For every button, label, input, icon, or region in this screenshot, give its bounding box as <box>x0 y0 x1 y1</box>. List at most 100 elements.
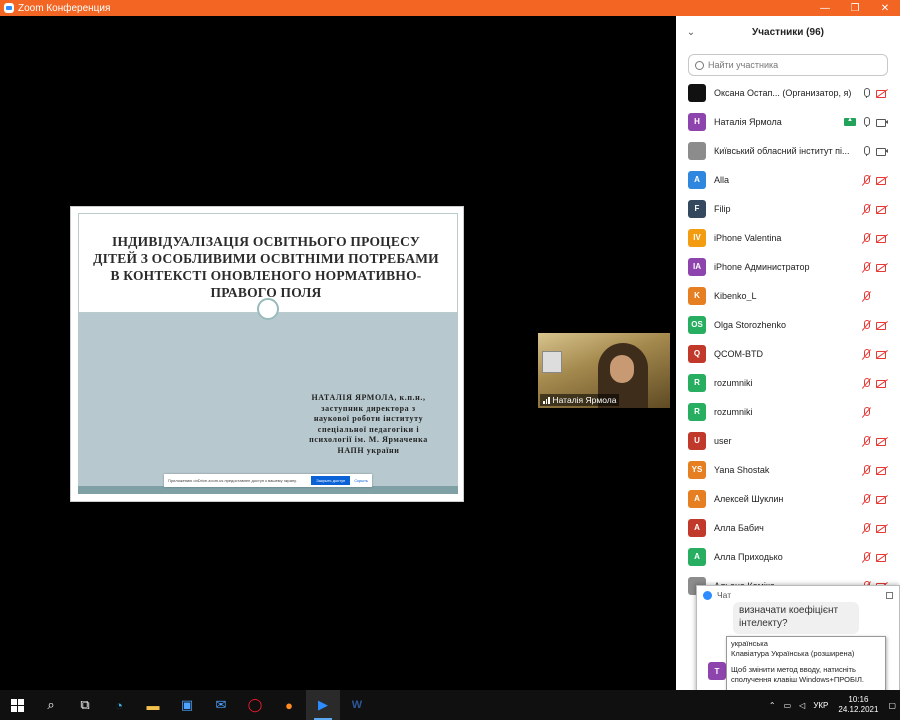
microphone-muted-icon[interactable] <box>860 377 872 388</box>
participant-name: Alla <box>714 174 730 185</box>
participant-name: rozumniki <box>714 406 753 417</box>
chat-maximize-button[interactable] <box>886 591 893 599</box>
camera-off-icon[interactable] <box>876 465 888 475</box>
microphone-muted-icon[interactable] <box>860 319 872 330</box>
microphone-muted-icon[interactable] <box>860 203 872 214</box>
participant-row[interactable]: K Kibenko_L <box>676 281 900 310</box>
microphone-muted-icon[interactable] <box>860 290 872 301</box>
mail-taskbar-button[interactable]: ✉ <box>204 690 238 720</box>
start-button[interactable] <box>0 690 34 720</box>
author-line: психології ім. М. Ярмаченка <box>309 435 428 444</box>
participant-row[interactable]: F Filip <box>676 194 900 223</box>
participant-row[interactable]: Київський обласний інститут пі... <box>676 136 900 165</box>
microphone-muted-icon[interactable] <box>860 406 872 417</box>
participant-status-icons <box>860 174 888 185</box>
participant-avatar: А <box>688 547 706 566</box>
participant-row[interactable]: Оксана Остап... (Организатор, я) <box>676 78 900 107</box>
participant-row[interactable]: А Алексей Шуклин <box>676 484 900 513</box>
microphone-muted-icon[interactable] <box>860 551 872 562</box>
microphone-muted-icon[interactable] <box>860 493 872 504</box>
microphone-muted-icon[interactable] <box>860 435 872 446</box>
minimize-button[interactable]: — <box>810 0 840 16</box>
participant-avatar: R <box>688 402 706 421</box>
microphone-icon[interactable] <box>860 87 872 98</box>
camera-off-icon[interactable] <box>876 378 888 388</box>
participant-name: Наталія Ярмола <box>714 116 782 127</box>
microphone-muted-icon[interactable] <box>860 348 872 359</box>
language-indicator[interactable]: УКР <box>813 701 828 710</box>
participant-row[interactable]: Rrozumniki <box>676 368 900 397</box>
microphone-muted-icon[interactable] <box>860 522 872 533</box>
tooltip-line: українська <box>731 639 768 648</box>
stop-sharing-button[interactable]: Закрыть доступ <box>311 476 351 485</box>
author-line: наукової роботи інституту <box>313 414 424 423</box>
camera-off-icon[interactable] <box>876 204 888 214</box>
clock[interactable]: 10:16 24.12.2021 <box>838 695 878 715</box>
participant-row[interactable]: Н Наталія Ярмола <box>676 107 900 136</box>
camera-icon[interactable] <box>876 117 888 127</box>
camera-off-icon[interactable] <box>876 88 888 98</box>
explorer-taskbar-button[interactable]: ▬ <box>136 690 170 720</box>
microphone-icon[interactable] <box>860 116 872 127</box>
camera-off-icon[interactable] <box>876 233 888 243</box>
participant-row[interactable]: Rrozumniki <box>676 397 900 426</box>
collapse-chevron-icon[interactable]: ⌄ <box>676 27 706 38</box>
firefox-taskbar-button[interactable]: ● <box>272 690 306 720</box>
restore-button[interactable]: ❐ <box>840 0 870 16</box>
camera-off-icon[interactable] <box>876 494 888 504</box>
author-line: спеціальної педагогіки і <box>317 424 420 434</box>
share-notice-bar: Приложению onDrive.zoom.us предоставлен … <box>164 474 372 487</box>
speaker-face <box>610 355 634 383</box>
participant-row[interactable]: OS Olga Storozhenko <box>676 310 900 339</box>
participant-row[interactable]: IA iPhone Администратор <box>676 252 900 281</box>
edge-taskbar-button[interactable]: ◔ <box>102 690 136 720</box>
slide-title: ІНДИВІДУАЛІЗАЦІЯ ОСВІТНЬОГО ПРОЦЕСУ ДІТЕ… <box>93 234 439 300</box>
participant-row[interactable]: А Алла Бабич <box>676 513 900 542</box>
participant-row[interactable]: YS Yana Shostak <box>676 455 900 484</box>
camera-off-icon[interactable] <box>876 262 888 272</box>
task-view-button[interactable]: ⧉ <box>68 690 102 720</box>
notifications-icon[interactable]: ▢ <box>888 701 896 710</box>
no-camera-placeholder <box>876 407 888 417</box>
slide-footer-strip <box>78 486 458 494</box>
speaker-video-tile[interactable]: Наталія Ярмола <box>538 333 670 408</box>
clock-time: 10:16 <box>848 695 869 704</box>
camera-icon[interactable] <box>876 146 888 156</box>
microphone-muted-icon[interactable] <box>860 464 872 475</box>
camera-off-icon[interactable] <box>876 320 888 330</box>
microphone-muted-icon[interactable] <box>860 174 872 185</box>
tooltip-line: Клавіатура Українська (розширена) <box>731 648 855 658</box>
microphone-icon[interactable] <box>860 145 872 156</box>
participant-search-input[interactable]: Найти участника <box>688 54 888 76</box>
video-participant-name: Наталія Ярмола <box>552 395 617 405</box>
search-taskbar-button[interactable]: ⌕ <box>34 690 68 720</box>
store-taskbar-button[interactable]: ▣ <box>170 690 204 720</box>
zoom-taskbar-button[interactable]: ▶ <box>306 690 340 720</box>
close-button[interactable]: ✕ <box>870 0 900 16</box>
hide-notice-link[interactable]: Скрыть <box>354 478 368 483</box>
chat-title: Чат <box>717 590 732 600</box>
opera-taskbar-button[interactable]: ◯ <box>238 690 272 720</box>
search-icon: ⌕ <box>47 697 55 712</box>
participant-row[interactable]: A Alla <box>676 165 900 194</box>
microphone-muted-icon[interactable] <box>860 232 872 243</box>
participant-row[interactable]: Uuser <box>676 426 900 455</box>
volume-icon[interactable]: ◁ <box>799 701 805 710</box>
participant-row[interactable]: IV iPhone Valentina <box>676 223 900 252</box>
participant-row[interactable]: Q QCOM-BTD <box>676 339 900 368</box>
camera-off-icon[interactable] <box>876 523 888 533</box>
camera-off-icon[interactable] <box>876 175 888 185</box>
tray-overflow-icon[interactable]: ⌃ <box>769 701 776 710</box>
tooltip-line: Щоб змінити метод вводу, натисніть <box>731 665 856 674</box>
camera-off-icon[interactable] <box>876 436 888 446</box>
microphone-muted-icon[interactable] <box>860 261 872 272</box>
chat-icon <box>703 590 712 600</box>
participant-name: Алла Приходько <box>714 551 783 562</box>
participant-status-icons <box>860 261 888 272</box>
camera-off-icon[interactable] <box>876 349 888 359</box>
participant-row[interactable]: А Алла Приходько <box>676 542 900 571</box>
network-icon[interactable]: ▭ <box>784 701 792 710</box>
chat-sender-avatar: Т <box>708 662 726 680</box>
camera-off-icon[interactable] <box>876 552 888 562</box>
word-taskbar-button[interactable]: W <box>340 690 374 720</box>
